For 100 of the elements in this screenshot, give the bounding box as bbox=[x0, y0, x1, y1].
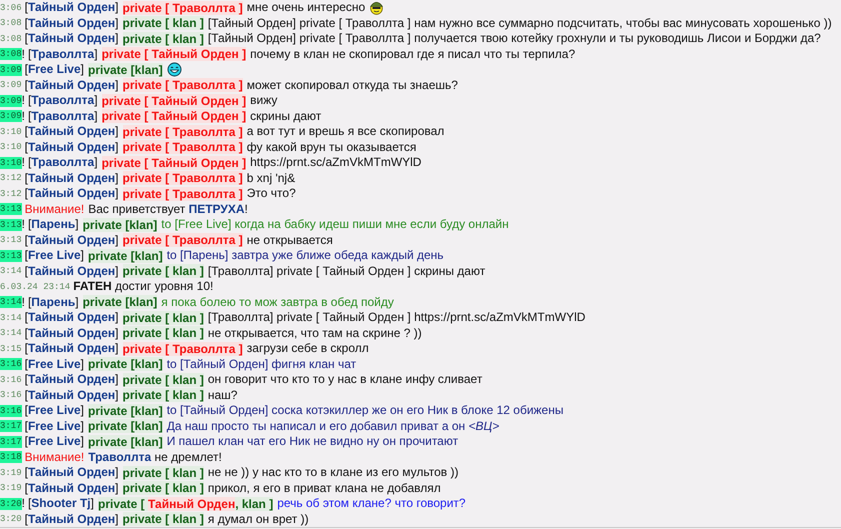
channel-tag: private [ Траволлта ] bbox=[122, 78, 243, 92]
sender-name: [Тайный Орден] bbox=[24, 326, 118, 341]
sender-name: [Тайный Орден] bbox=[24, 140, 118, 155]
sender-name: [Тайный Орден] bbox=[24, 388, 118, 403]
timestamp: 3:10 bbox=[0, 126, 22, 138]
channel-tag: private [ Траволлта ] bbox=[122, 140, 243, 154]
timestamp: 3:17 bbox=[0, 436, 22, 448]
message-text: я пока болею то мож завтра в обед пойду bbox=[161, 294, 394, 310]
notice-text: Траволлта не дремлет! bbox=[88, 450, 222, 465]
sender-name: [Траволлта] bbox=[28, 108, 98, 124]
timestamp: 3:13 bbox=[0, 203, 22, 216]
channel-tag: private [ klan ] bbox=[122, 481, 204, 496]
timestamp: 3:18 bbox=[0, 451, 22, 464]
timestamp: 3:16 bbox=[0, 358, 22, 370]
notice-text: Вас приветствует ПЕТРУХА! bbox=[88, 202, 248, 217]
message-text: не открывается, что там на скрине ? )) bbox=[208, 326, 422, 341]
channel-tag: private [ klan ] bbox=[122, 264, 204, 278]
sender-name: [Парень] bbox=[28, 217, 79, 232]
timestamp: 3:14 bbox=[0, 312, 22, 324]
message-text: прикол, я его в приват клана не добавлял bbox=[208, 480, 441, 496]
exclamation-mark: ! bbox=[22, 155, 25, 170]
exclamation-mark: ! bbox=[22, 46, 25, 62]
channel-tag: private [klan] bbox=[88, 434, 163, 449]
sender-name: [Тайный Орден] bbox=[24, 341, 118, 356]
helmet-smiley-icon bbox=[369, 0, 384, 16]
timestamp: 3:10 bbox=[0, 156, 22, 169]
channel-tag: private [ Траволлта ] bbox=[122, 342, 243, 356]
sender-name: [Free Live] bbox=[24, 248, 84, 264]
sender-name: [Тайный Орден] bbox=[24, 16, 118, 31]
timestamp: 3:15 bbox=[0, 342, 22, 355]
timestamp: 3:19 bbox=[0, 466, 22, 479]
timestamp: 3:12 bbox=[0, 172, 22, 184]
timestamp: 3:16 bbox=[0, 389, 22, 402]
exclamation-mark: ! bbox=[22, 217, 25, 232]
message-text: наш? bbox=[208, 388, 238, 403]
channel-tag: private [klan] bbox=[82, 295, 158, 310]
message-text: https://prnt.sc/aZmVkMTmWYlD bbox=[250, 155, 422, 170]
sender-name: [Тайный Орден] bbox=[24, 186, 118, 202]
timestamp: 3:14 bbox=[0, 327, 22, 340]
message-text: b xnj 'nj& bbox=[246, 170, 296, 186]
channel-tag: private [ klan ] bbox=[122, 310, 204, 325]
timestamp: 3:06 bbox=[0, 2, 22, 14]
message-text: он говорит что кто то у нас в клане инфу сливает bbox=[208, 372, 482, 388]
channel-tag: private [ Тайный Орден ] bbox=[102, 109, 246, 124]
timestamp: 3:20 bbox=[0, 513, 22, 526]
message-text: загрузи себе в скролл bbox=[246, 341, 369, 356]
sender-name: [Тайный Орден] bbox=[24, 264, 118, 279]
channel-tag: private [klan] bbox=[88, 404, 163, 418]
channel-tag: private [ Траволлта ] bbox=[122, 186, 243, 201]
message-text: вижу bbox=[250, 93, 278, 108]
channel-tag: private [ klan ] bbox=[122, 372, 204, 387]
exclamation-mark: ! bbox=[22, 108, 25, 124]
message-text: а вот тут и врешь я все скопировал bbox=[246, 124, 444, 140]
timestamp: 3:09 bbox=[0, 110, 22, 122]
message-text: to [Парень] завтра уже ближе обеда каждый день bbox=[166, 248, 444, 264]
exclamation-mark: ! bbox=[22, 93, 25, 108]
sender-name: [Тайный Орден] bbox=[24, 170, 118, 186]
sender-name: [Траволлта] bbox=[28, 46, 98, 62]
notice-label: Внимание! bbox=[24, 450, 84, 465]
channel-tag: private [ klan ] bbox=[122, 32, 204, 46]
channel-tag: private [ Траволлта ] bbox=[122, 0, 243, 15]
sender-name: [Тайный Орден] bbox=[24, 310, 118, 326]
message-text: [Траволлта] private [ Тайный Орден ] скрины дают bbox=[208, 264, 486, 279]
message-text: речь об этом клане? что говорит? bbox=[277, 496, 466, 512]
message-text: не открывается bbox=[246, 232, 333, 248]
channel-tag: private [klan] bbox=[88, 357, 163, 372]
sender-name: [Тайный Орден] bbox=[24, 512, 118, 527]
timestamp: 3:13 bbox=[0, 250, 22, 262]
channel-tag: private [klan] bbox=[88, 62, 163, 77]
message-text: [Тайный Орден] private [ Траволлта ] получается твою котейку грохнули и ты руководишь Лисои и Борджи да? bbox=[208, 31, 821, 46]
channel-tag: private [ klan ] bbox=[122, 466, 204, 480]
channel-tag: private [ Тайный Орден ] bbox=[102, 156, 246, 170]
sender-name: [Тайный Орден] bbox=[24, 372, 118, 388]
sender-name: [Тайный Орден] bbox=[24, 0, 118, 16]
message-text: Это что? bbox=[246, 186, 296, 202]
channel-tag: private [ Тайный Орден ] bbox=[102, 94, 246, 108]
channel-tag: private [ Траволлта ] bbox=[122, 233, 243, 248]
timestamp: 3:09 bbox=[0, 64, 22, 76]
message-text: почему в клан не скопировал где я писал что ты терпила? bbox=[250, 46, 576, 62]
message-text: мне очень интересно bbox=[246, 0, 366, 16]
timestamp: 3:09 bbox=[0, 79, 22, 92]
message-text: FATEH достиг уровня 10! bbox=[73, 279, 214, 294]
message-text: [Тайный Орден] private [ Траволлта ] нам нужно все суммарно подсчитать, чтобы вас минусовать хорошенько )) bbox=[208, 16, 832, 31]
sender-name: [Парень] bbox=[28, 294, 79, 310]
sender-name: [Free Live] bbox=[24, 62, 84, 78]
sender-name: [Тайный Орден] bbox=[24, 232, 118, 248]
message-text: to [Free Live] когда на бабку идеш пиши мне если буду онлайн bbox=[161, 217, 509, 232]
sender-name: [Тайный Орден] bbox=[24, 78, 118, 93]
timestamp: 3:16 bbox=[0, 374, 22, 386]
message-text: не не )) у нас кто то в клане из его мультов )) bbox=[208, 465, 458, 480]
sender-name: [Shooter Tj] bbox=[28, 496, 94, 512]
laughing-smiley-icon bbox=[166, 62, 182, 78]
channel-tag: private [ klan ] bbox=[122, 16, 204, 30]
exclamation-mark: ! bbox=[22, 496, 25, 512]
channel-tag: private [ Тайный Орден ] bbox=[102, 47, 246, 62]
channel-tag: private [klan] bbox=[88, 248, 163, 263]
message-text: скрины дают bbox=[250, 108, 322, 124]
channel-tag: private [ klan ] bbox=[122, 512, 204, 526]
notice-label: Внимание! bbox=[24, 202, 84, 217]
message-text: [Траволлта] private [ Тайный Орден ] https://prnt.sc/aZmVkMTmWYlD bbox=[208, 310, 586, 326]
